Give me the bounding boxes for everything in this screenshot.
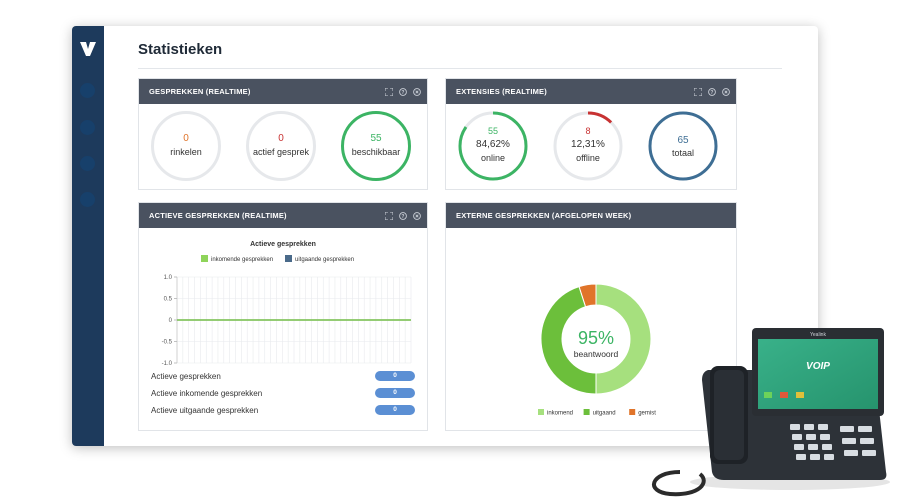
sidebar-item-1[interactable] <box>80 83 95 98</box>
panel-tools: ? <box>385 79 421 104</box>
donut-legend-swatch <box>538 409 544 415</box>
panel-header: EXTENSIES (REALTIME) ? <box>446 79 736 104</box>
phone-brand: Yealink <box>810 332 826 338</box>
active-row-count-badge: 0 <box>375 405 415 415</box>
y-tick-label: -1.0 <box>162 361 173 367</box>
legend-label-0: inkomende gesprekken <box>211 257 273 263</box>
panel-calls-realtime: GESPREKKEN (REALTIME) ? 0 rinkelen 0 act… <box>138 78 428 190</box>
legend-swatch-0 <box>201 255 208 262</box>
active-calls-chart: Actieve gesprekken inkomende gesprekken u… <box>162 241 412 367</box>
panel-header: ACTIEVE GESPREKKEN (REALTIME) ? <box>139 203 427 228</box>
sidebar-item-4[interactable] <box>80 192 95 207</box>
answered-label: beantwoord <box>574 349 619 359</box>
panel-title: EXTERNE GESPREKKEN (AFGELOPEN WEEK) <box>456 211 632 220</box>
title-divider <box>138 68 782 69</box>
help-icon[interactable]: ? <box>399 211 407 220</box>
logo-icon[interactable] <box>78 40 98 58</box>
active-call-stat: 0 actief gesprek <box>246 111 316 181</box>
ringing-count: 0 <box>183 133 189 144</box>
donut-legend-label: inkomend <box>547 411 573 417</box>
svg-text:?: ? <box>710 89 713 95</box>
y-tick-label: 1.0 <box>164 275 173 281</box>
panel-extensions-realtime: EXTENSIES (REALTIME) ? 55 84,62% online <box>445 78 737 190</box>
donut-legend: inkomend uitgaand gemist <box>538 409 656 417</box>
online-percent: 84,62% <box>476 139 510 150</box>
online-label: online <box>480 153 506 163</box>
legend-swatch-1 <box>285 255 292 262</box>
y-tick-label: 0 <box>169 318 173 324</box>
svg-text:?: ? <box>401 89 404 95</box>
donut-legend-label: uitgaand <box>593 411 616 417</box>
sidebar-item-2[interactable] <box>80 120 95 135</box>
active-call-label: actief gesprek <box>252 147 310 157</box>
offline-percent: 12,31% <box>571 139 605 150</box>
total-label: totaal <box>671 148 695 158</box>
active-row-label: Actieve inkomende gesprekken <box>151 389 263 398</box>
donut-legend-swatch <box>629 409 636 415</box>
help-icon[interactable]: ? <box>399 87 407 96</box>
svg-text:?: ? <box>401 213 404 219</box>
answered-percent: 95% <box>578 328 614 348</box>
active-row-count-badge: 0 <box>375 371 415 381</box>
available-count: 55 <box>370 133 382 144</box>
expand-icon[interactable] <box>385 87 393 96</box>
close-icon[interactable] <box>722 87 730 96</box>
offline-count: 8 <box>585 126 591 136</box>
available-label: beschikbaar <box>351 147 401 157</box>
total-ring <box>648 111 718 181</box>
panel-header: EXTERNE GESPREKKEN (AFGELOPEN WEEK) <box>446 203 736 228</box>
total-count: 65 <box>677 135 689 146</box>
expand-icon[interactable] <box>694 87 702 96</box>
total-stat: 65 totaal <box>648 111 718 181</box>
available-stat: 55 beschikbaar <box>341 111 411 181</box>
legend-label-1: uitgaande gesprekken <box>295 257 354 263</box>
close-icon[interactable] <box>413 87 421 96</box>
online-stat: 55 84,62% online <box>458 111 528 181</box>
panel-title: ACTIEVE GESPREKKEN (REALTIME) <box>149 211 287 220</box>
ringing-label: rinkelen <box>170 147 202 157</box>
y-tick-label: -0.5 <box>162 340 173 346</box>
active-row-label: Actieve gesprekken <box>151 372 221 381</box>
online-count: 55 <box>487 126 498 136</box>
donut-legend-swatch <box>583 409 590 415</box>
panel-title: EXTENSIES (REALTIME) <box>456 87 547 96</box>
active-call-count: 0 <box>278 133 284 144</box>
panel-title: GESPREKKEN (REALTIME) <box>149 87 251 96</box>
sidebar <box>72 26 104 446</box>
expand-icon[interactable] <box>385 211 393 220</box>
page-title: Statistieken <box>138 41 223 58</box>
sidebar-item-3[interactable] <box>80 156 95 171</box>
offline-label: offline <box>576 153 600 163</box>
ringing-stat: 0 rinkelen <box>151 111 221 181</box>
desk-phone-image: Yealink VOIP <box>652 328 890 497</box>
active-row-count-badge: 0 <box>375 388 415 398</box>
phone-screen-logo: VOIP <box>806 361 830 372</box>
close-icon[interactable] <box>413 211 421 220</box>
offline-stat: 8 12,31% offline <box>553 111 623 181</box>
chart-y-ticks: 1.0 0.5 0 -0.5 -1.0 <box>162 275 178 367</box>
panel-tools: ? <box>694 79 730 104</box>
y-tick-label: 0.5 <box>164 297 173 303</box>
active-row-label: Actieve uitgaande gesprekken <box>151 406 259 415</box>
help-icon[interactable]: ? <box>708 87 716 96</box>
chart-legend: inkomende gesprekken uitgaande gesprekken <box>201 255 354 263</box>
chart-title: Actieve gesprekken <box>250 241 316 248</box>
panel-tools: ? <box>385 203 421 228</box>
panel-header: GESPREKKEN (REALTIME) ? <box>139 79 427 104</box>
panel-active-calls: ACTIEVE GESPREKKEN (REALTIME) ? Actieve … <box>138 202 428 431</box>
